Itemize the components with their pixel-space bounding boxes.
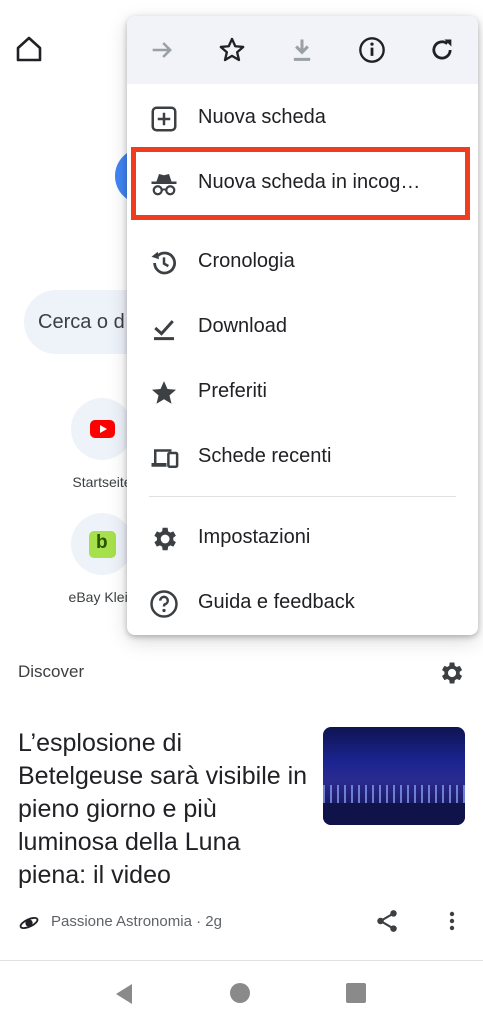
download-icon[interactable] xyxy=(288,36,316,64)
menu-item-label: Preferiti xyxy=(198,380,267,402)
menu-item-recent-tabs[interactable]: Schede recenti xyxy=(127,425,478,489)
source-logo-icon xyxy=(19,916,39,930)
menu-item-new-tab[interactable]: Nuova scheda xyxy=(127,86,478,150)
menu-item-label: Impostazioni xyxy=(198,526,311,548)
help-icon xyxy=(150,590,178,618)
star-filled-icon xyxy=(152,381,176,404)
article-thumbnail[interactable] xyxy=(323,727,465,825)
history-icon xyxy=(151,251,176,275)
menu-item-settings[interactable]: Impostazioni xyxy=(127,506,478,570)
menu-item-downloads[interactable]: Download xyxy=(127,295,478,359)
settings-icon xyxy=(154,527,176,551)
menu-item-label: Schede recenti xyxy=(198,445,332,467)
menu-item-bookmarks[interactable]: Preferiti xyxy=(127,360,478,424)
info-icon[interactable] xyxy=(358,36,386,64)
discover-label: Discover xyxy=(18,662,85,681)
menu-item-help-feedback[interactable]: Guida e feedback xyxy=(127,571,478,635)
menu-item-label: Cronologia xyxy=(198,250,295,272)
forward-icon[interactable] xyxy=(148,36,176,64)
devices-icon xyxy=(151,449,179,468)
shortcut-icon-circle xyxy=(71,513,133,575)
article-source: Passione Astronomia · 2g xyxy=(51,913,222,930)
star-icon[interactable] xyxy=(218,36,246,64)
share-icon[interactable] xyxy=(374,908,400,934)
overflow-menu: Nuova scheda Nuova scheda in incog… Cron… xyxy=(127,16,478,635)
menu-item-history[interactable]: Cronologia xyxy=(127,230,478,294)
menu-item-label: Download xyxy=(198,315,287,337)
home-nav-icon[interactable] xyxy=(230,983,250,1003)
refresh-icon[interactable] xyxy=(428,36,456,64)
menu-toolbar xyxy=(127,16,478,84)
back-icon[interactable] xyxy=(114,983,134,1005)
recents-icon[interactable] xyxy=(346,983,366,1003)
shortcut-icon-circle xyxy=(71,398,133,460)
discover-settings-icon[interactable] xyxy=(437,659,465,687)
download-done-icon xyxy=(154,320,174,341)
more-vert-icon[interactable] xyxy=(440,908,464,934)
new-tab-icon xyxy=(151,106,177,132)
system-nav-bar xyxy=(0,961,483,1024)
article-title[interactable]: L’esplosione di Betelgeuse sarà visibile… xyxy=(18,727,308,892)
menu-item-label: Guida e feedback xyxy=(198,591,355,613)
ebay-kleinanzeigen-icon xyxy=(89,531,116,558)
search-placeholder: Cerca o d xyxy=(38,311,125,333)
menu-divider xyxy=(149,496,456,497)
menu-item-label: Nuova scheda xyxy=(198,106,326,128)
home-icon[interactable] xyxy=(14,34,44,64)
highlight-annotation-box xyxy=(131,147,470,220)
youtube-icon xyxy=(90,420,115,438)
